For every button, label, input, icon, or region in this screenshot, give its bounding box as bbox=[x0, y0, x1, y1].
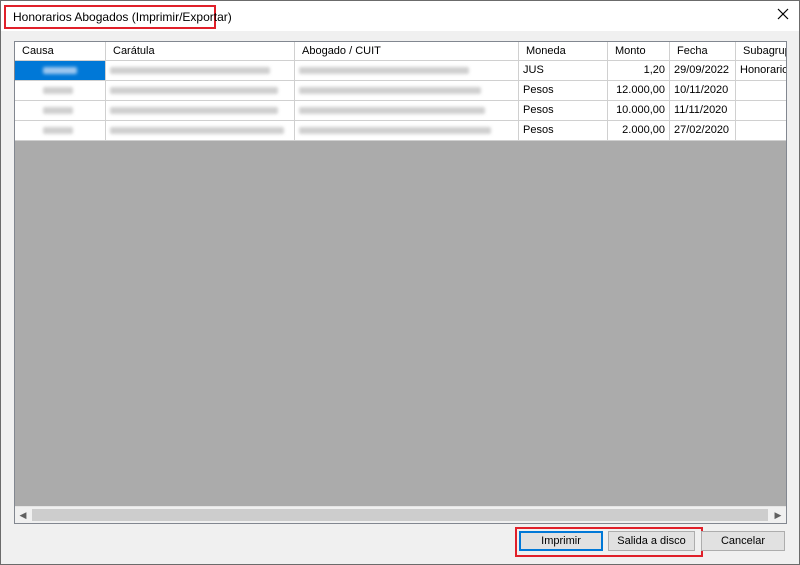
cell-moneda[interactable]: Pesos bbox=[519, 121, 608, 141]
cell-monto[interactable]: 2.000,00 bbox=[608, 121, 670, 141]
dialog-window: Honorarios Abogados (Imprimir/Exportar) … bbox=[0, 0, 800, 565]
table-row[interactable]: Pesos 2.000,00 27/02/2020 bbox=[15, 121, 786, 141]
horizontal-scrollbar[interactable]: ◀ ▶ bbox=[15, 506, 786, 523]
column-header-moneda[interactable]: Moneda bbox=[519, 42, 608, 61]
cancel-button[interactable]: Cancelar bbox=[701, 531, 785, 551]
cell-abogado[interactable] bbox=[295, 81, 519, 101]
column-header-abogado[interactable]: Abogado / CUIT bbox=[295, 42, 519, 61]
column-header-fecha[interactable]: Fecha bbox=[670, 42, 736, 61]
scrollbar-thumb[interactable] bbox=[32, 509, 768, 521]
redacted-text bbox=[299, 107, 485, 114]
print-button[interactable]: Imprimir bbox=[519, 531, 603, 551]
cell-caratula[interactable] bbox=[106, 61, 295, 81]
redacted-text bbox=[299, 67, 469, 74]
title-highlight: Honorarios Abogados (Imprimir/Exportar) bbox=[4, 5, 232, 29]
cell-fecha[interactable]: 27/02/2020 bbox=[670, 121, 736, 141]
cell-monto[interactable]: 10.000,00 bbox=[608, 101, 670, 121]
table-row[interactable]: Pesos 12.000,00 10/11/2020 bbox=[15, 81, 786, 101]
redacted-text bbox=[110, 107, 278, 114]
cell-subagrupa[interactable]: Honorario a bbox=[736, 61, 786, 81]
column-header-caratula[interactable]: Carátula bbox=[106, 42, 295, 61]
cell-abogado[interactable] bbox=[295, 121, 519, 141]
column-header-causa[interactable]: Causa bbox=[15, 42, 106, 61]
redacted-text bbox=[299, 127, 491, 134]
cell-abogado[interactable] bbox=[295, 61, 519, 81]
cell-causa[interactable] bbox=[15, 81, 106, 101]
chevron-left-icon[interactable]: ◀ bbox=[15, 507, 31, 523]
cell-causa[interactable] bbox=[15, 101, 106, 121]
chevron-right-icon[interactable]: ▶ bbox=[770, 507, 786, 523]
cell-causa[interactable] bbox=[15, 121, 106, 141]
redacted-text bbox=[299, 87, 481, 94]
cell-causa[interactable] bbox=[15, 61, 106, 81]
redacted-text bbox=[43, 87, 73, 94]
cell-moneda[interactable]: Pesos bbox=[519, 81, 608, 101]
close-icon[interactable] bbox=[775, 6, 791, 22]
cell-subagrupa[interactable] bbox=[736, 121, 786, 141]
table-row[interactable]: Pesos 10.000,00 11/11/2020 bbox=[15, 101, 786, 121]
redacted-text bbox=[43, 67, 77, 74]
redacted-text bbox=[43, 107, 73, 114]
save-to-disk-button[interactable]: Salida a disco bbox=[608, 531, 695, 551]
redacted-text bbox=[110, 87, 278, 94]
redacted-text bbox=[110, 67, 270, 74]
cell-caratula[interactable] bbox=[106, 121, 295, 141]
cell-abogado[interactable] bbox=[295, 101, 519, 121]
cell-monto[interactable]: 1,20 bbox=[608, 61, 670, 81]
cell-fecha[interactable]: 11/11/2020 bbox=[670, 101, 736, 121]
cell-moneda[interactable]: Pesos bbox=[519, 101, 608, 121]
column-header-monto[interactable]: Monto bbox=[608, 42, 670, 61]
cell-caratula[interactable] bbox=[106, 101, 295, 121]
window-title: Honorarios Abogados (Imprimir/Exportar) bbox=[13, 10, 232, 24]
redacted-text bbox=[110, 127, 284, 134]
title-bar: Honorarios Abogados (Imprimir/Exportar) bbox=[1, 1, 799, 31]
cell-monto[interactable]: 12.000,00 bbox=[608, 81, 670, 101]
cell-fecha[interactable]: 29/09/2022 bbox=[670, 61, 736, 81]
cell-moneda[interactable]: JUS bbox=[519, 61, 608, 81]
cell-subagrupa[interactable] bbox=[736, 101, 786, 121]
column-header-subagrupa[interactable]: Subagrupa bbox=[736, 42, 786, 61]
grid-header: Causa Carátula Abogado / CUIT Moneda Mon… bbox=[15, 42, 786, 62]
table-row[interactable]: JUS 1,20 29/09/2022 Honorario a bbox=[15, 61, 786, 81]
cell-fecha[interactable]: 10/11/2020 bbox=[670, 81, 736, 101]
cell-caratula[interactable] bbox=[106, 81, 295, 101]
data-grid[interactable]: Causa Carátula Abogado / CUIT Moneda Mon… bbox=[14, 41, 787, 524]
redacted-text bbox=[43, 127, 73, 134]
cell-subagrupa[interactable] bbox=[736, 81, 786, 101]
